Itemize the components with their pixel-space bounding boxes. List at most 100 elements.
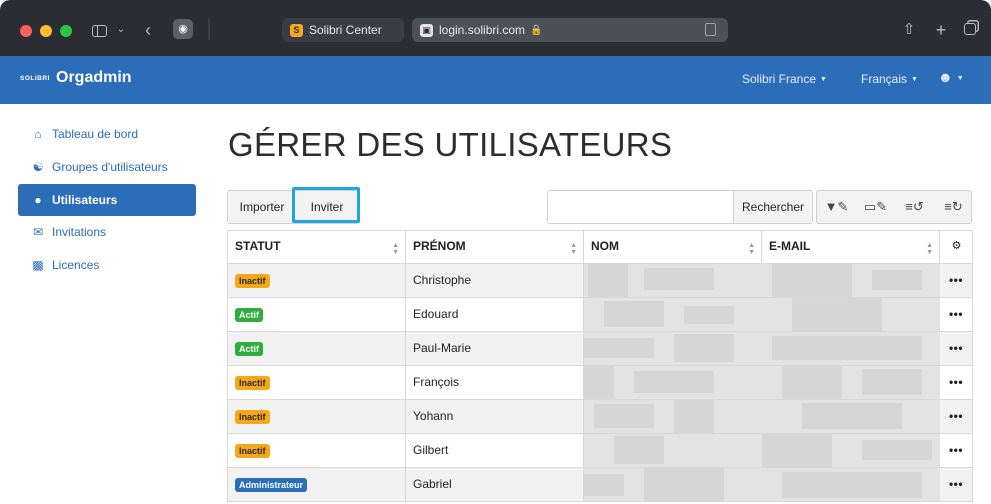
sort-icon[interactable]: ▲ ▼ xyxy=(748,242,755,256)
status-cell: Inactif xyxy=(228,434,406,467)
redacted-lastname xyxy=(584,400,762,433)
sort-icon[interactable]: ▲ ▼ xyxy=(926,242,933,256)
status-badge: Actif xyxy=(235,307,263,322)
search-button[interactable]: Rechercher xyxy=(733,190,813,224)
app-navbar: SOLIBRI Orgadmin Solibri France ▼ Françai… xyxy=(0,56,991,104)
tab-overview-icon[interactable] xyxy=(962,20,978,40)
filter-edit-icon[interactable]: ▼✎ xyxy=(817,191,856,223)
firstname-cell: Paul-Marie xyxy=(406,332,584,365)
status-badge: Actif xyxy=(235,341,263,356)
invite-highlight-box xyxy=(292,187,360,223)
table-header: STATUT ▲ ▼ PRÉNOM ▲ ▼ NOM ▲ ▼ E-MAIL ▲ ▼ ⚙ xyxy=(227,230,973,264)
column-header-email[interactable]: E-MAIL ▲ ▼ xyxy=(762,231,940,263)
table-row[interactable]: Actif Edouard ••• xyxy=(227,298,973,332)
status-cell: Inactif xyxy=(228,264,406,297)
minimize-window-button[interactable] xyxy=(40,25,52,37)
header-label: STATUT xyxy=(235,239,281,253)
redacted-email xyxy=(762,400,940,433)
firstname-cell: Gabriel xyxy=(406,468,584,501)
close-window-button[interactable] xyxy=(20,25,32,37)
status-badge: Administrateur xyxy=(235,477,308,492)
redacted-email xyxy=(762,332,940,365)
browser-chrome: ⌄ ‹ ◉ S Solibri Center ▣ login.solibri.c… xyxy=(0,0,991,56)
firstname-cell: Gilbert xyxy=(406,434,584,467)
row-actions-button[interactable]: ••• xyxy=(940,468,973,501)
row-actions-button[interactable]: ••• xyxy=(940,264,973,297)
column-header-firstname[interactable]: PRÉNOM ▲ ▼ xyxy=(406,231,584,263)
sidebar-item-users[interactable]: ● Utilisateurs xyxy=(18,184,196,216)
row-actions-button[interactable]: ••• xyxy=(940,298,973,331)
status-badge: Inactif xyxy=(235,443,270,458)
redacted-lastname xyxy=(584,298,762,331)
page-title: GÉRER DES UTILISATEURS xyxy=(228,126,673,163)
table-row[interactable]: Inactif Yohann ••• xyxy=(227,400,973,434)
browser-tab-address[interactable]: ▣ login.solibri.com 🔒 xyxy=(412,18,728,42)
organization-label: Solibri France xyxy=(742,72,817,86)
table-row[interactable]: Inactif François ••• xyxy=(227,366,973,400)
redacted-email xyxy=(762,434,940,467)
table-row[interactable]: Inactif Christophe ••• xyxy=(227,264,973,298)
user-circle-icon: ☻ xyxy=(938,69,953,85)
status-cell: Inactif xyxy=(228,366,406,399)
columns-edit-icon[interactable]: ▭✎ xyxy=(856,191,895,223)
share-icon[interactable]: ⇧ xyxy=(900,20,918,40)
user-icon: ● xyxy=(34,193,42,207)
reader-mode-icon[interactable] xyxy=(705,23,716,36)
table-row[interactable]: Administrateur Gabriel ••• xyxy=(227,468,973,502)
sidebar-item-dashboard[interactable]: ⌂ Tableau de bord xyxy=(18,118,196,150)
row-actions-button[interactable]: ••• xyxy=(940,434,973,467)
import-button[interactable]: Importer xyxy=(228,191,296,223)
search-input[interactable] xyxy=(547,190,733,224)
lock-icon: 🔒 xyxy=(530,24,543,36)
table-row[interactable]: Inactif Gilbert ••• xyxy=(227,434,973,468)
status-cell: Administrateur xyxy=(228,468,406,501)
firstname-cell: François xyxy=(406,366,584,399)
sidebar-item-invitations[interactable]: ✉ Invitations xyxy=(18,216,196,248)
redacted-lastname xyxy=(584,264,762,297)
chevron-down-icon[interactable]: ⌄ xyxy=(114,20,128,40)
redacted-email xyxy=(762,366,940,399)
organization-dropdown[interactable]: Solibri France ▼ xyxy=(742,72,827,86)
sort-icon[interactable]: ▲ ▼ xyxy=(392,242,399,256)
redacted-lastname xyxy=(584,332,762,365)
sidebar-toggle-icon[interactable] xyxy=(88,20,110,40)
reset-filter-icon[interactable]: ≡↺ xyxy=(895,191,934,223)
column-settings-gear-icon[interactable]: ⚙ xyxy=(940,231,973,263)
new-tab-icon[interactable]: + xyxy=(933,20,949,40)
status-badge: Inactif xyxy=(235,273,270,288)
refresh-icon[interactable]: ≡↻ xyxy=(934,191,973,223)
table-row[interactable]: Actif Paul-Marie ••• xyxy=(227,332,973,366)
caret-down-icon: ▼ xyxy=(820,76,827,84)
row-actions-button[interactable]: ••• xyxy=(940,332,973,365)
column-header-lastname[interactable]: NOM ▲ ▼ xyxy=(584,231,762,263)
firstname-cell: Christophe xyxy=(406,264,584,297)
status-cell: Actif xyxy=(228,298,406,331)
solibri-logo[interactable]: SOLIBRI xyxy=(20,75,50,82)
user-menu-dropdown[interactable]: ☻ ▼ xyxy=(938,69,964,85)
firstname-cell: Yohann xyxy=(406,400,584,433)
column-header-status[interactable]: STATUT ▲ ▼ xyxy=(228,231,406,263)
back-arrow-icon[interactable]: ‹ xyxy=(140,20,156,40)
home-icon: ⌂ xyxy=(34,127,42,141)
sidebar-item-label: Groupes d'utilisateurs xyxy=(52,160,168,174)
redacted-lastname xyxy=(584,434,762,467)
zoom-window-button[interactable] xyxy=(60,25,72,37)
header-label: E-MAIL xyxy=(769,239,811,253)
extension-icon[interactable]: ◉ xyxy=(173,19,193,39)
browser-tab-solibri-center[interactable]: S Solibri Center xyxy=(282,18,404,42)
users-group-icon: ☯ xyxy=(32,160,44,174)
status-cell: Inactif xyxy=(228,400,406,433)
sidebar-item-label: Licences xyxy=(52,258,100,272)
row-actions-button[interactable]: ••• xyxy=(940,366,973,399)
sidebar-item-user-groups[interactable]: ☯ Groupes d'utilisateurs xyxy=(18,151,196,183)
sidebar-item-licences[interactable]: ▩ Licences xyxy=(18,249,196,281)
redacted-email xyxy=(762,264,940,297)
sidebar-item-label: Utilisateurs xyxy=(52,193,118,207)
app-title[interactable]: Orgadmin xyxy=(56,69,132,87)
language-dropdown[interactable]: Français ▼ xyxy=(861,72,918,86)
row-actions-button[interactable]: ••• xyxy=(940,400,973,433)
solibri-favicon-icon: S xyxy=(290,23,303,37)
caret-down-icon: ▼ xyxy=(911,76,918,84)
caret-down-icon: ▼ xyxy=(956,74,964,82)
sort-icon[interactable]: ▲ ▼ xyxy=(570,242,577,256)
